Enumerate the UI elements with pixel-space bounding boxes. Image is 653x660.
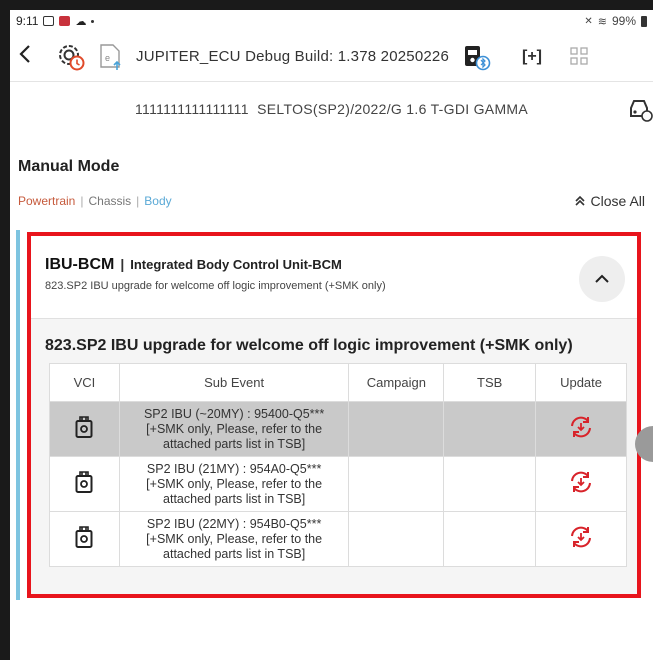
mute-icon: ✕: [584, 15, 593, 27]
chevron-left-icon: [19, 44, 30, 63]
file-upload-icon: e: [100, 43, 121, 70]
back-button[interactable]: [18, 43, 48, 71]
status-time: 9:11: [16, 14, 39, 28]
filter-separator: |: [136, 194, 140, 208]
ecu-card-area: IBU-BCM | Integrated Body Control Unit-B…: [10, 230, 653, 600]
car-diagnostic-icon: [630, 100, 653, 122]
card-accent-bar: [16, 230, 20, 600]
grid-icon: [570, 46, 588, 65]
status-bar: 9:11 ☁ ✕ ≋ 99%: [10, 10, 653, 32]
gear-alert-button[interactable]: [56, 42, 86, 72]
battery-icon: [641, 15, 647, 27]
dot-icon: [91, 19, 95, 23]
svg-text:e: e: [105, 53, 110, 63]
close-all-label: Close All: [590, 193, 645, 209]
vci-connection-button[interactable]: [461, 42, 493, 72]
highlight-frame: [27, 232, 641, 598]
double-chevron-up-icon: [574, 195, 585, 206]
vci-bluetooth-icon: [465, 45, 491, 70]
vehicle-info-row: 1111111111111111 SELTOS(SP2)/2022/G 1.6 …: [10, 82, 653, 136]
expand-icon: [+]: [522, 47, 542, 65]
vehicle-info: 1111111111111111 SELTOS(SP2)/2022/G 1.6 …: [134, 101, 529, 117]
battery-level: 99%: [611, 14, 636, 28]
filter-body[interactable]: Body: [144, 194, 171, 208]
grid-menu-button[interactable]: [569, 46, 591, 68]
page-title: Manual Mode: [18, 158, 120, 175]
gear-alert-icon: [59, 44, 85, 70]
wifi-icon: ≋: [597, 15, 607, 28]
filter-separator: |: [80, 194, 84, 208]
cloud-icon: ☁: [75, 15, 87, 28]
app-toolbar: e JUPITER_ECU Debug Build: 1.378 2025022…: [10, 32, 653, 82]
close-all-button[interactable]: Close All: [574, 193, 645, 209]
app-screen: 9:11 ☁ ✕ ≋ 99% e JUPITER_ECU Debug Build…: [10, 10, 653, 660]
filter-chassis[interactable]: Chassis: [88, 194, 131, 208]
image-icon: [43, 16, 55, 26]
car-diagnostic-button[interactable]: [627, 96, 653, 122]
app-icon: [59, 16, 71, 26]
filter-powertrain[interactable]: Powertrain: [18, 194, 75, 208]
toolbar-title: JUPITER_ECU Debug Build: 1.378 20250226: [136, 48, 449, 65]
system-filter-bar: Powertrain | Chassis | Body Close All: [10, 186, 653, 216]
expand-button[interactable]: [+]: [519, 44, 545, 70]
file-upload-button[interactable]: e: [98, 43, 124, 71]
